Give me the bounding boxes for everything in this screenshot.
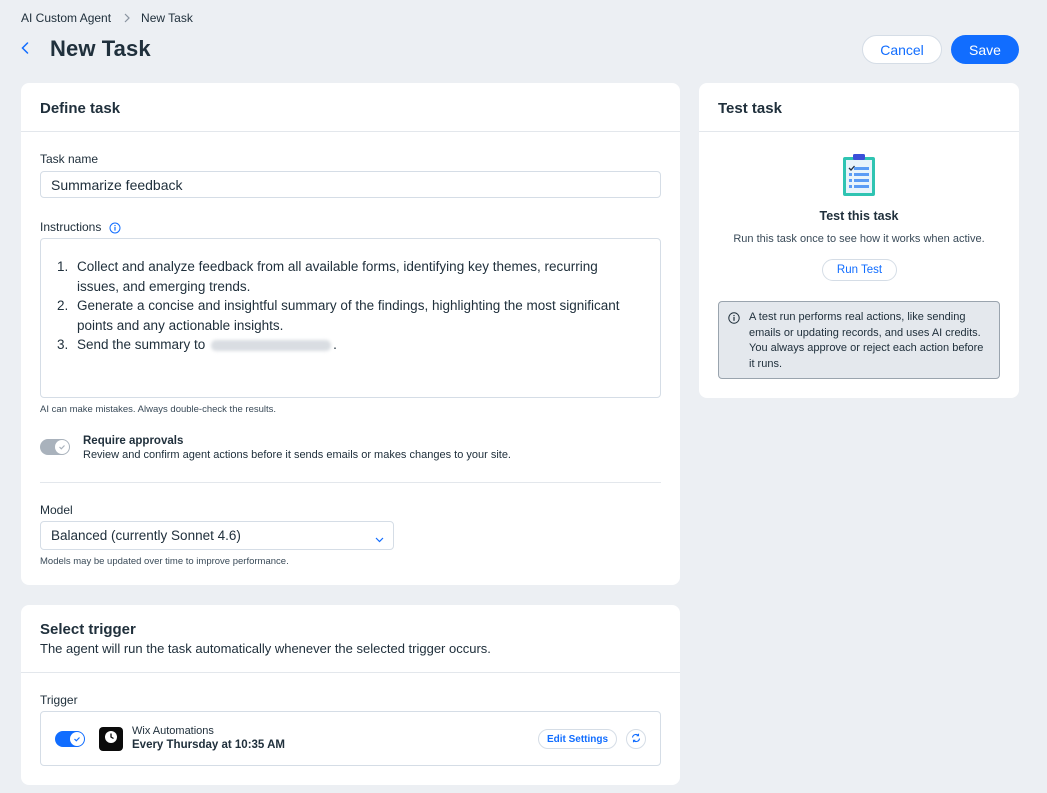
page-header: New Task Cancel Save <box>0 34 1047 66</box>
select-trigger-title: Select trigger <box>40 621 136 638</box>
clock-icon <box>104 730 118 749</box>
model-hint: Models may be updated over time to impro… <box>40 556 289 567</box>
define-task-title: Define task <box>40 100 121 117</box>
change-trigger-button[interactable] <box>626 729 646 749</box>
save-button[interactable]: Save <box>951 35 1019 64</box>
run-test-button[interactable]: Run Test <box>822 259 897 281</box>
chevron-down-icon <box>375 531 384 546</box>
info-icon <box>728 312 740 330</box>
select-trigger-card: Select trigger The agent will run the ta… <box>21 605 680 785</box>
divider <box>21 672 680 673</box>
instructions-label: Instructions <box>40 220 102 234</box>
edit-settings-button[interactable]: Edit Settings <box>538 729 617 749</box>
instructions-textarea[interactable]: 1. Collect and analyze feedback from all … <box>40 238 661 398</box>
check-icon <box>58 438 66 456</box>
instruction-item: 2. Generate a concise and insightful summ… <box>57 298 620 333</box>
trigger-label: Trigger <box>40 693 78 707</box>
divider <box>21 131 680 132</box>
breadcrumb-current: New Task <box>141 11 193 25</box>
model-select[interactable]: Balanced (currently Sonnet 4.6) <box>40 521 394 550</box>
check-icon <box>73 730 81 748</box>
model-select-value: Balanced (currently Sonnet 4.6) <box>51 528 241 543</box>
test-task-title: Test task <box>718 100 782 117</box>
task-name-label: Task name <box>40 152 99 166</box>
test-notice-text: A test run performs real actions, like s… <box>749 311 984 370</box>
back-arrow-icon <box>21 41 29 59</box>
divider <box>699 131 1019 132</box>
test-heading: Test this task <box>819 209 899 223</box>
ai-disclaimer: AI can make mistakes. Always double-chec… <box>40 404 277 415</box>
select-trigger-subtitle: The agent will run the task automaticall… <box>40 641 491 656</box>
breadcrumb: AI Custom Agent New Task <box>21 11 193 25</box>
chevron-right-icon <box>124 13 130 23</box>
task-name-input[interactable]: Summarize feedback <box>40 171 661 198</box>
approvals-title: Require approvals <box>83 435 184 447</box>
clipboard-icon <box>842 153 876 202</box>
toggle-knob <box>55 440 69 454</box>
trigger-schedule: Every Thursday at 10:35 AM <box>132 739 285 751</box>
toggle-knob <box>70 732 84 746</box>
back-button[interactable] <box>18 40 32 60</box>
refresh-icon <box>631 730 641 748</box>
redacted-email <box>211 339 332 351</box>
model-label: Model <box>40 503 73 517</box>
instruction-item: 1. Collect and analyze feedback from all … <box>57 259 598 294</box>
approvals-description: Review and confirm agent actions before … <box>83 449 511 461</box>
test-notice: A test run performs real actions, like s… <box>718 301 1000 379</box>
page-title: New Task <box>50 36 151 61</box>
wix-automations-logo <box>99 727 123 751</box>
trigger-app-name: Wix Automations <box>132 725 214 737</box>
breadcrumb-parent[interactable]: AI Custom Agent <box>21 11 111 25</box>
define-task-card: Define task Task name Summarize feedback… <box>21 83 680 585</box>
trigger-toggle[interactable] <box>55 731 85 747</box>
instruction-item: 3. Send the summary to . <box>57 337 337 352</box>
cancel-button[interactable]: Cancel <box>862 35 942 64</box>
test-task-card: Test task Test this task Run this task o… <box>699 83 1019 398</box>
approvals-toggle[interactable] <box>40 439 70 455</box>
instructions-label-row: Instructions <box>40 220 121 234</box>
divider <box>40 482 661 483</box>
test-description: Run this task once to see how it works w… <box>733 233 985 245</box>
info-icon[interactable] <box>109 222 121 234</box>
trigger-item: Wix Automations Every Thursday at 10:35 … <box>40 711 661 766</box>
instructions-list: 1. Collect and analyze feedback from all … <box>57 257 640 355</box>
